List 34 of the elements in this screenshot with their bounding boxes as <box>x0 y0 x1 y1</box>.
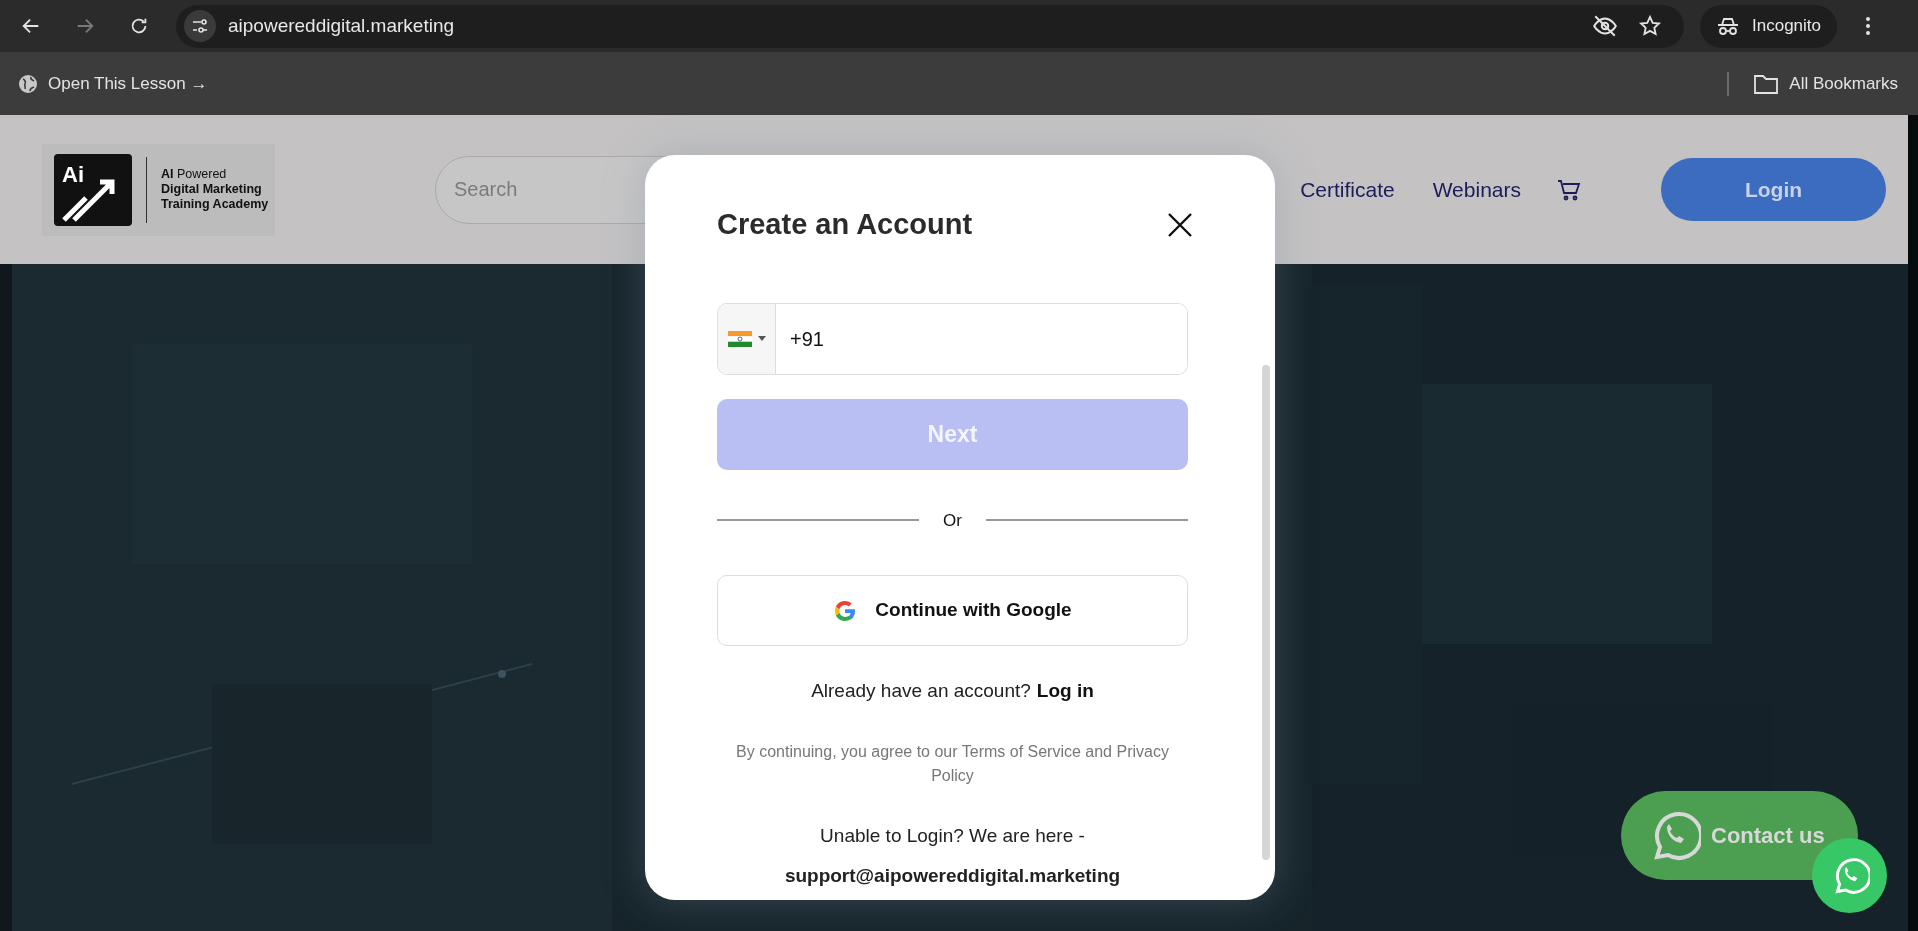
folder-icon <box>1753 72 1780 95</box>
google-button[interactable]: Continue with Google <box>717 575 1188 646</box>
country-picker[interactable] <box>718 303 776 374</box>
site-logo[interactable]: Ai AI Powered Digital Marketing Training Academy <box>42 143 275 236</box>
incognito-icon <box>1716 16 1740 36</box>
logo-mark-text: Ai <box>62 160 84 189</box>
google-g-icon <box>833 598 858 623</box>
nav-link[interactable]: Webinars <box>1432 173 1521 206</box>
all-bookmarks-button[interactable]: All Bookmarks <box>1753 70 1898 97</box>
address-bar[interactable]: aipowereddigital.marketing <box>176 4 1684 48</box>
help-text: Unable to Login? We are here - <box>819 823 1086 848</box>
cart-icon[interactable] <box>1557 178 1581 201</box>
logo-text: Digital Marketing <box>161 182 263 197</box>
incognito-button[interactable]: Incognito <box>1700 4 1837 48</box>
eye-off-icon[interactable] <box>1592 13 1618 39</box>
site-settings-icon[interactable] <box>184 10 216 42</box>
nav-link[interactable]: Certificate <box>1300 173 1395 206</box>
menu-icon[interactable] <box>1865 16 1871 36</box>
support-email-text: support@aipowereddigital.marketing <box>783 864 1122 888</box>
url-text: aipowereddigital.marketing <box>228 13 454 38</box>
divider-text: Or <box>942 509 963 532</box>
login-prompt-text: Already have an account? <box>811 679 1031 703</box>
caret-icon <box>757 336 766 341</box>
logo-text: AI Powered <box>161 167 228 182</box>
phone-field[interactable]: +91 <box>717 302 1188 375</box>
close-icon[interactable] <box>1167 211 1193 238</box>
page-scrollbar[interactable] <box>1908 115 1918 931</box>
flag-icon <box>727 330 752 347</box>
login-link[interactable]: Log in <box>1036 677 1094 706</box>
bookmark-item[interactable]: Open This Lesson → <box>18 70 208 97</box>
logo-text: Training Academy <box>161 197 269 212</box>
globe-icon <box>18 73 38 94</box>
terms-text: By continuing, you agree to our Terms of Service and Privacy Policy <box>735 741 1170 786</box>
star-icon[interactable] <box>1638 14 1662 38</box>
